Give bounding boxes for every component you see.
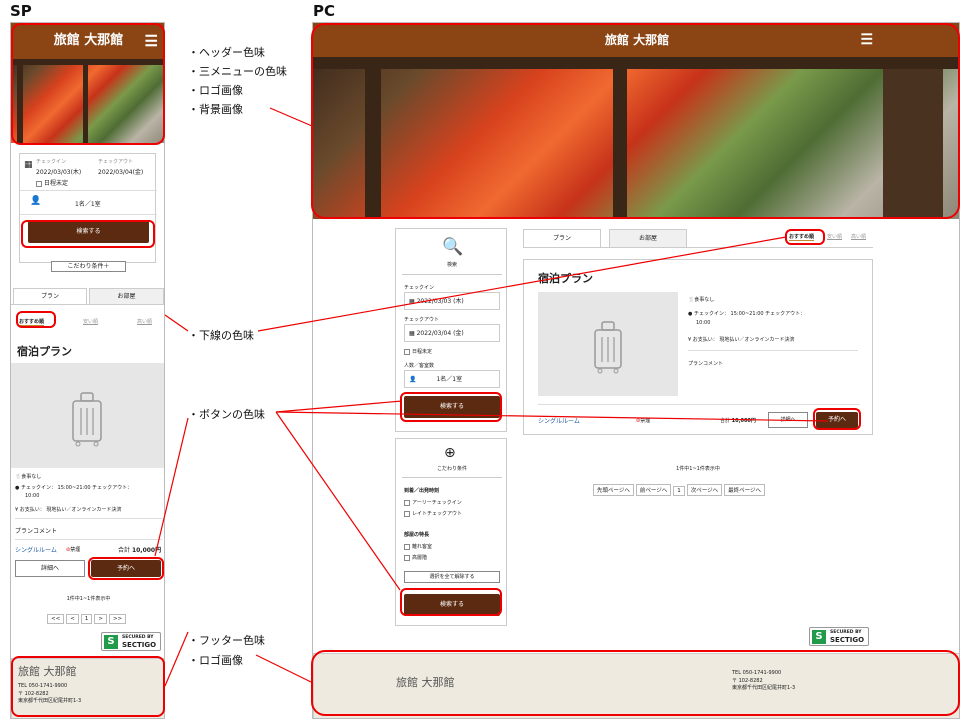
- annotation-connectors: [154, 107, 829, 687]
